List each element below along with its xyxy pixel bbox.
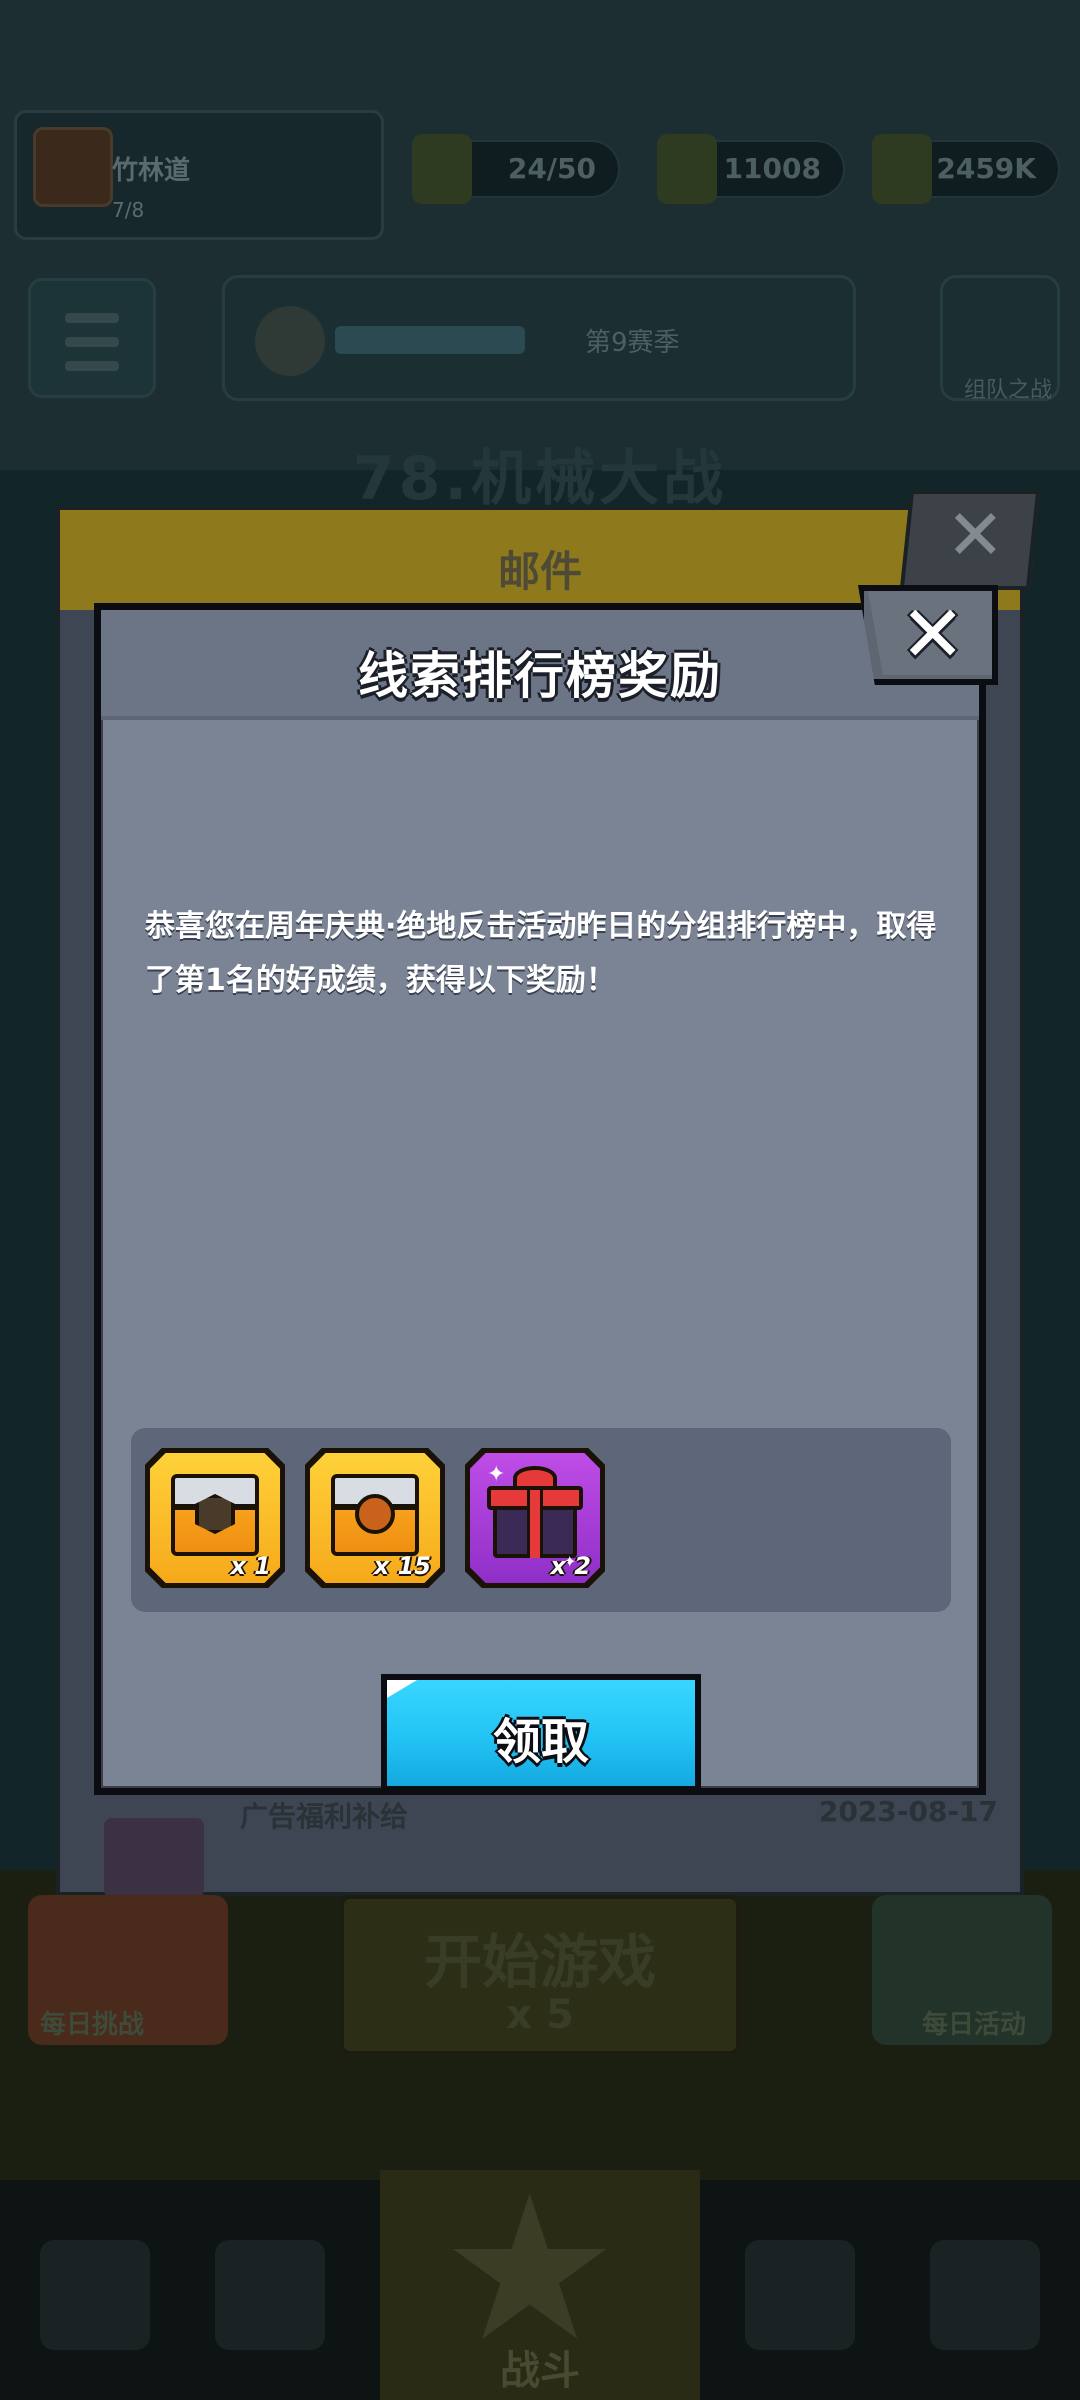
mail-item-gift-icon (104, 1818, 204, 1898)
claim-button-label: 领取 (492, 1714, 589, 1770)
coin-counter[interactable]: 2459K (872, 134, 1060, 204)
coin-icon (872, 134, 932, 204)
chest-lock (355, 1494, 395, 1534)
coin-value: 2459K (936, 152, 1036, 185)
energy-value: 24/50 (507, 152, 596, 185)
dialog-header: 线索排行榜奖励 (101, 610, 979, 720)
menu-icon-line (65, 337, 119, 347)
dialog-message: 恭喜您在周年庆典·绝地反击活动昨日的分组排行榜中，取得了第1名的好成绩，获得以下… (145, 909, 937, 998)
reward-item[interactable]: x 1 (145, 1448, 285, 1588)
sparkle-icon: ✦ (487, 1462, 506, 1487)
gift-bow (513, 1466, 557, 1490)
profile-box[interactable] (14, 110, 384, 240)
nav-shop[interactable] (40, 2240, 150, 2350)
energy-counter[interactable]: 24/50 (412, 134, 620, 204)
profile-level: 7/8 (112, 198, 145, 222)
reward-dialog: 线索排行榜奖励 恭喜您在周年庆典·绝地反击活动昨日的分组排行榜中，取得了第1名的… (94, 603, 986, 1795)
cash-value: 11008 (723, 152, 821, 185)
nav-team[interactable] (745, 2240, 855, 2350)
profile-name: 竹林道 (112, 156, 191, 186)
reward-item[interactable]: x 15 (305, 1448, 445, 1588)
close-icon: ✕ (900, 590, 966, 680)
mail-close-icon: ✕ (946, 494, 1005, 576)
reward-quantity: x 1 (230, 1552, 271, 1580)
daily-event-label: 每日活动 (921, 2010, 1026, 2040)
claim-button[interactable]: 领取 (381, 1674, 701, 1792)
reward-item[interactable]: ✦ ✦ x 2 (465, 1448, 605, 1588)
rank-badge-icon (255, 306, 325, 376)
menu-button[interactable] (28, 278, 156, 398)
close-button[interactable]: ✕ (858, 585, 998, 685)
team-battle-label: 组队之战 (963, 378, 1052, 403)
start-game-label: 开始游戏 (423, 1928, 656, 1996)
reward-quantity: x 15 (373, 1552, 431, 1580)
nav-battle-label: 战斗 (500, 2348, 580, 2394)
cash-counter[interactable]: 11008 (657, 134, 845, 204)
reward-quantity: x 2 (550, 1552, 591, 1580)
avatar (33, 127, 113, 207)
rank-bar[interactable]: 第9赛季 (222, 275, 856, 401)
nav-characters[interactable] (215, 2240, 325, 2350)
menu-icon-line (65, 361, 119, 371)
cash-icon (657, 134, 717, 204)
mail-item-date: 2023-08-17 (818, 1795, 998, 1828)
energy-icon (412, 134, 472, 204)
menu-icon (65, 313, 119, 323)
daily-challenge-label: 每日挑战 (40, 2010, 145, 2040)
start-game-count: x 5 (506, 1992, 574, 2038)
rank-progress (335, 326, 525, 354)
gift-ribbon (527, 1486, 543, 1558)
nav-tools[interactable] (930, 2240, 1040, 2350)
rewards-area: x 1 x 15 ✦ ✦ x 2 (131, 1428, 951, 1612)
season-text: 第9赛季 (585, 328, 680, 358)
dialog-title: 线索排行榜奖励 (358, 647, 722, 705)
mail-item-label: 广告福利补给 (240, 1800, 409, 1833)
